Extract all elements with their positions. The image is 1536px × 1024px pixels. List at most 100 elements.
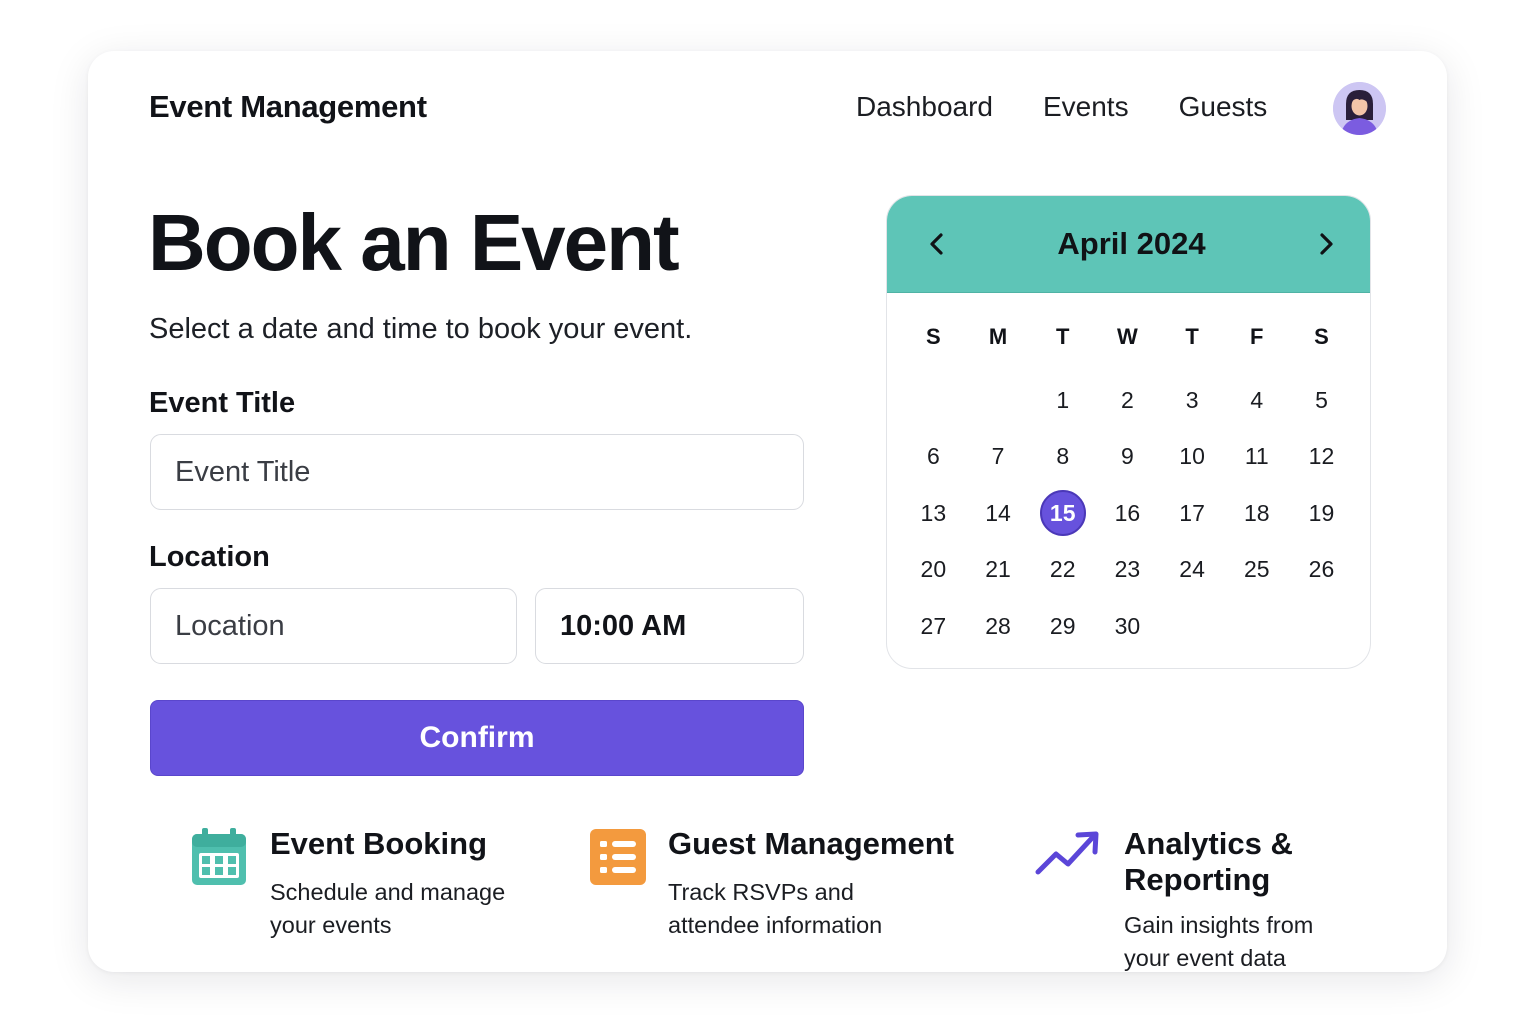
- weekday-label: W: [1117, 323, 1138, 349]
- calendar-day-number: 14: [985, 499, 1011, 526]
- calendar-day[interactable]: 2: [1095, 372, 1160, 429]
- calendar-day-number: 12: [1308, 443, 1335, 470]
- calendar-day[interactable]: 19: [1289, 485, 1354, 542]
- calendar-day[interactable]: 30: [1095, 598, 1160, 655]
- location-label: Location: [149, 541, 270, 573]
- calendar-day[interactable]: 6: [901, 429, 966, 486]
- calendar-day[interactable]: 25: [1224, 542, 1289, 599]
- calendar-day[interactable]: 21: [966, 542, 1031, 599]
- calendar-day[interactable]: 26: [1289, 542, 1354, 599]
- calendar: April 2024 S M T W T F S 1 2 3 4 5 6 7 8 9 10 11 12 13 14 15 1…: [886, 195, 1371, 669]
- calendar-icon: [192, 828, 246, 885]
- calendar-blank-cell: [966, 372, 1031, 429]
- calendar-day-number: 10: [1179, 443, 1205, 470]
- calendar-day-number: 18: [1243, 499, 1270, 526]
- list-icon: [590, 829, 646, 885]
- page-subtitle: Select a date and time to book your even…: [149, 313, 693, 345]
- calendar-day[interactable]: 1: [1030, 372, 1095, 429]
- weekday-label: M: [988, 323, 1008, 349]
- calendar-day-number: 8: [1056, 443, 1070, 470]
- calendar-day-number: 29: [1049, 612, 1076, 639]
- feature-description: Track RSVPs and attendee information: [668, 879, 883, 938]
- calendar-day[interactable]: 5: [1289, 372, 1354, 429]
- calendar-day-number: 23: [1114, 556, 1141, 583]
- feature-description: Gain insights from your event data: [1124, 912, 1314, 971]
- weekday-label: F: [1250, 323, 1264, 349]
- avatar[interactable]: [1333, 82, 1386, 135]
- chevron-right-icon: [1320, 233, 1333, 255]
- calendar-day-number: 28: [985, 612, 1011, 639]
- calendar-day-number: 24: [1179, 556, 1205, 583]
- calendar-day-number: 22: [1049, 556, 1076, 583]
- event-title-label: Event Title: [149, 387, 296, 419]
- calendar-day[interactable]: 23: [1095, 542, 1160, 599]
- calendar-day[interactable]: 13: [901, 485, 966, 542]
- calendar-day[interactable]: 18: [1224, 485, 1289, 542]
- user-avatar-icon: [1333, 82, 1386, 135]
- calendar-day-number: 15: [1039, 490, 1086, 537]
- calendar-day[interactable]: 3: [1160, 372, 1225, 429]
- nav-dashboard[interactable]: Dashboard: [856, 91, 993, 123]
- brand-title: Event Management: [149, 89, 427, 124]
- calendar-day-number: 5: [1315, 386, 1328, 413]
- nav-events[interactable]: Events: [1043, 91, 1129, 123]
- weekday-label: S: [926, 323, 941, 349]
- next-month-button[interactable]: [1310, 228, 1342, 260]
- calendar-day[interactable]: 4: [1224, 372, 1289, 429]
- calendar-day-number: 6: [926, 443, 940, 470]
- calendar-day[interactable]: 8: [1030, 429, 1095, 486]
- calendar-day-number: 27: [920, 612, 947, 639]
- weekday-label: T: [1185, 323, 1199, 349]
- calendar-day-number: 21: [985, 556, 1011, 583]
- calendar-day[interactable]: 14: [966, 485, 1031, 542]
- calendar-blank-cell: [901, 372, 966, 429]
- feature-description: Schedule and manage your events: [270, 879, 506, 938]
- calendar-day[interactable]: 17: [1160, 485, 1225, 542]
- calendar-day-number: 7: [991, 443, 1005, 470]
- calendar-day[interactable]: 16: [1095, 485, 1160, 542]
- calendar-day[interactable]: 24: [1160, 542, 1225, 599]
- calendar-month-label: April 2024: [1057, 226, 1206, 261]
- calendar-day[interactable]: 12: [1289, 429, 1354, 486]
- feature-title: Analytics & Reporting: [1124, 826, 1293, 897]
- chevron-left-icon: [930, 233, 943, 255]
- top-nav: Dashboard Events Guests: [856, 91, 1317, 123]
- calendar-day-number: 3: [1185, 386, 1199, 413]
- weekday-label: S: [1314, 323, 1329, 349]
- calendar-day-number: 17: [1179, 499, 1205, 526]
- calendar-grid: S M T W T F S 1 2 3 4 5 6 7 8 9 10 11 12 13 14 15 16 17 18 19 20 21…: [887, 293, 1370, 655]
- calendar-day[interactable]: 20: [901, 542, 966, 599]
- weekday-label: T: [1055, 323, 1070, 349]
- calendar-day[interactable]: 28: [966, 598, 1031, 655]
- event-title-input[interactable]: [150, 434, 804, 510]
- trend-up-icon: [1035, 831, 1099, 875]
- calendar-day[interactable]: 27: [901, 598, 966, 655]
- prev-month-button[interactable]: [921, 228, 953, 260]
- confirm-button[interactable]: Confirm: [150, 700, 804, 776]
- calendar-day-number: 11: [1244, 443, 1269, 470]
- feature-title: Guest Management: [668, 826, 954, 861]
- calendar-day-number: 19: [1308, 499, 1335, 526]
- calendar-day-number: 26: [1308, 556, 1335, 583]
- page-title: Book an Event: [148, 198, 680, 287]
- calendar-day-number: 1: [1056, 386, 1070, 413]
- calendar-day[interactable]: 22: [1030, 542, 1095, 599]
- feature-title: Event Booking: [270, 826, 488, 861]
- location-input[interactable]: [150, 588, 517, 664]
- calendar-day-number: 4: [1250, 386, 1264, 413]
- nav-guests[interactable]: Guests: [1179, 91, 1268, 123]
- calendar-day-number: 25: [1243, 556, 1270, 583]
- calendar-header: April 2024: [887, 196, 1370, 293]
- calendar-day-number: 30: [1114, 612, 1141, 639]
- main-card: Event Management Dashboard Events Guests…: [88, 51, 1447, 972]
- calendar-day-number: 2: [1121, 386, 1134, 413]
- calendar-day-selected[interactable]: 15: [1030, 485, 1095, 542]
- calendar-day-number: 20: [920, 556, 947, 583]
- calendar-day[interactable]: 10: [1160, 429, 1225, 486]
- calendar-day[interactable]: 29: [1030, 598, 1095, 655]
- calendar-day[interactable]: 7: [966, 429, 1031, 486]
- calendar-day[interactable]: 11: [1224, 429, 1289, 486]
- calendar-day-number: 9: [1121, 443, 1134, 470]
- time-input[interactable]: [535, 588, 804, 664]
- calendar-day[interactable]: 9: [1095, 429, 1160, 486]
